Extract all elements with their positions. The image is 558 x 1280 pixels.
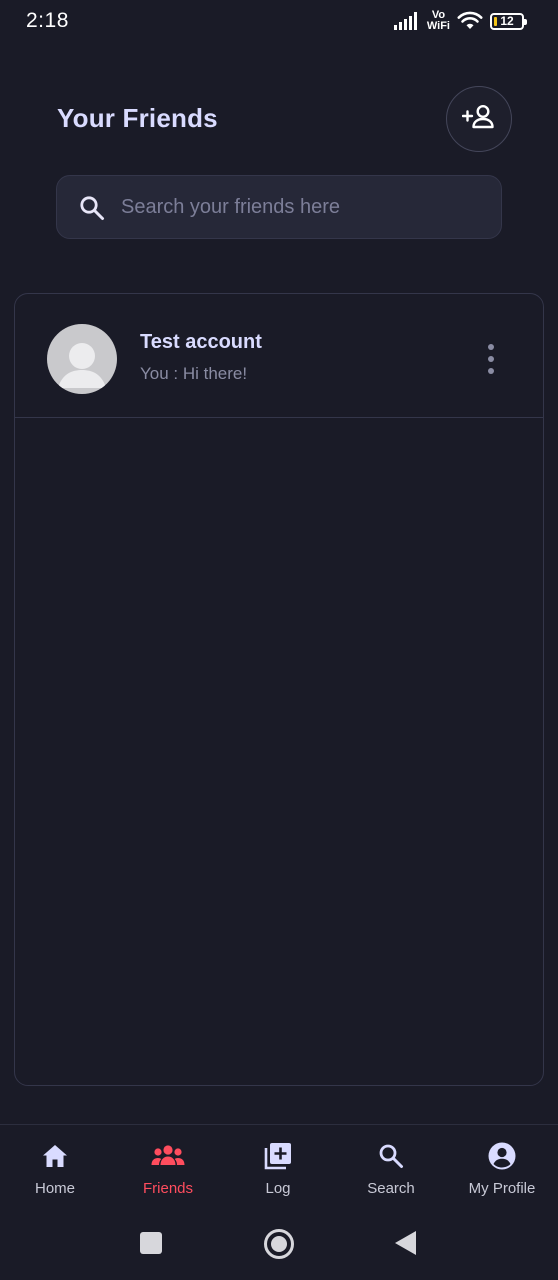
bottom-nav: Home Friends Log Search My Profile <box>0 1124 558 1214</box>
system-nav-bar <box>0 1214 558 1280</box>
nav-friends[interactable]: Friends <box>113 1141 223 1203</box>
menu-dot <box>488 344 494 350</box>
friend-last-message: You : Hi there! <box>140 364 248 383</box>
nav-search-label: Search <box>367 1180 415 1197</box>
more-vert-icon[interactable] <box>481 344 501 374</box>
nav-log-label: Log <box>265 1180 291 1197</box>
friend-name: Test account <box>140 331 262 353</box>
nav-home[interactable]: Home <box>0 1141 110 1203</box>
status-icons: Vo WiFi 12 <box>393 8 527 34</box>
search-icon <box>378 1141 404 1171</box>
back-button[interactable] <box>394 1230 418 1261</box>
home-system-button[interactable] <box>263 1228 295 1265</box>
status-time: 2:18 <box>26 9 69 32</box>
status-bar: 2:18 Vo WiFi 12 <box>0 0 558 44</box>
nav-friends-label: Friends <box>142 1180 194 1197</box>
wifi-icon <box>457 11 483 31</box>
nav-log[interactable]: Log <box>223 1141 333 1203</box>
battery-level <box>494 16 497 26</box>
account-circle-icon <box>488 1141 516 1171</box>
nav-my-profile-label: My Profile <box>468 1180 536 1197</box>
battery-percent: 12 <box>500 14 514 28</box>
group-icon <box>151 1141 185 1171</box>
friends-screen: 2:18 Vo WiFi 12 Your Friends Search your… <box>0 0 558 1280</box>
default-avatar-icon <box>47 324 117 394</box>
vowifi-icon: Vo WiFi <box>427 10 450 32</box>
battery-icon: 12 <box>490 12 527 30</box>
vowifi-bottom: WiFi <box>426 20 450 32</box>
nav-search[interactable]: Search <box>336 1141 446 1203</box>
menu-dot <box>488 368 494 374</box>
friend-list-item[interactable]: Test account You : Hi there! <box>15 294 543 418</box>
menu-dot <box>488 356 494 362</box>
search-input[interactable] <box>121 176 491 238</box>
library-add-icon <box>264 1141 292 1171</box>
add-friend-button[interactable] <box>446 86 512 152</box>
signal-icon <box>393 12 420 30</box>
nav-home-label: Home <box>34 1180 75 1197</box>
page-title: Your Friends <box>57 103 218 133</box>
search-box[interactable] <box>56 175 502 239</box>
person-add-icon <box>461 104 496 135</box>
home-icon <box>41 1141 69 1171</box>
search-icon <box>79 195 105 226</box>
recents-button[interactable] <box>140 1232 162 1259</box>
friends-list: Test account You : Hi there! <box>14 293 544 1086</box>
nav-my-profile[interactable]: My Profile <box>447 1141 557 1203</box>
